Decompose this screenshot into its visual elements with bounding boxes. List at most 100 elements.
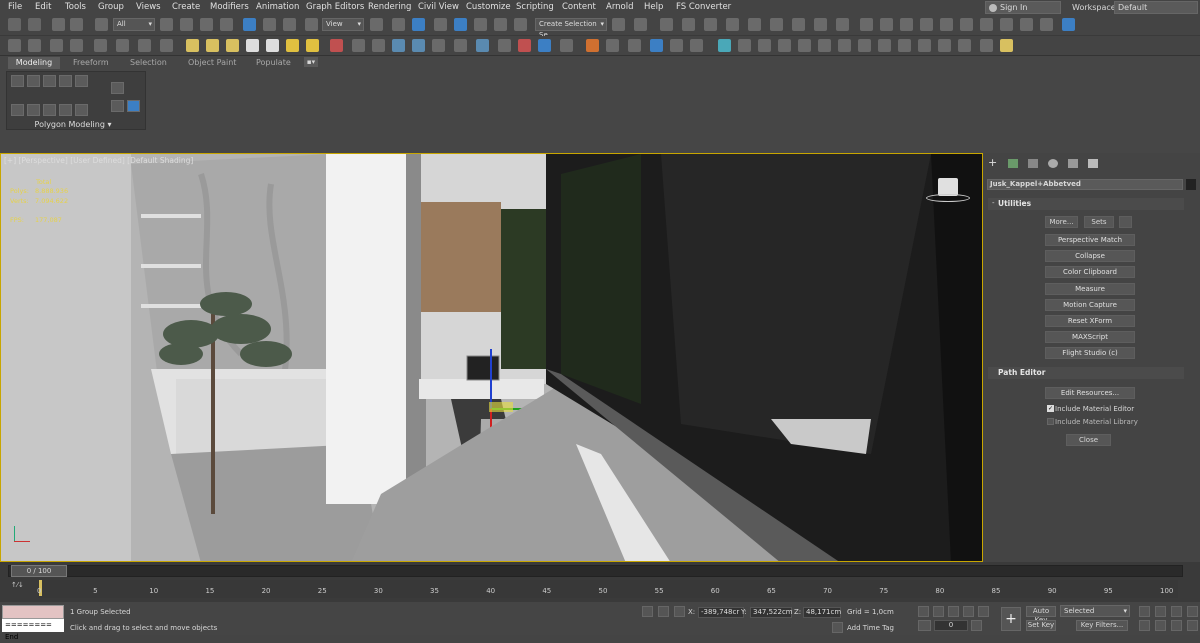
preserve-uv-icon[interactable] xyxy=(27,104,40,116)
edit-resources-button[interactable]: Edit Resources... xyxy=(1045,387,1135,399)
corona-vfb-icon[interactable] xyxy=(878,39,891,52)
more-button[interactable]: More... xyxy=(1045,216,1078,228)
redo-icon[interactable] xyxy=(28,18,41,31)
vray-plane-icon[interactable] xyxy=(980,18,993,31)
menu-modifiers[interactable]: Modifiers xyxy=(210,2,249,12)
environment-icon[interactable] xyxy=(160,39,173,52)
render-production-icon[interactable] xyxy=(814,18,827,31)
tab-freeform[interactable]: Freeform xyxy=(73,58,109,67)
sphere-blue-icon[interactable] xyxy=(538,39,551,52)
collapse-button[interactable]: Collapse xyxy=(1045,250,1135,262)
eye-icon[interactable] xyxy=(980,39,993,52)
modify-mode-icon[interactable] xyxy=(11,104,24,116)
particle-icon[interactable] xyxy=(330,39,343,52)
utilities-rollout-header[interactable]: Utilities xyxy=(988,198,1184,210)
select-by-name-icon[interactable] xyxy=(180,18,193,31)
preview-icon[interactable] xyxy=(70,39,83,52)
window-crossing-icon[interactable] xyxy=(220,18,233,31)
selection-lock-icon[interactable] xyxy=(658,606,669,617)
scatter-icon[interactable] xyxy=(606,39,619,52)
menu-customize[interactable]: Customize xyxy=(466,2,511,12)
corona-volume-icon[interactable] xyxy=(838,39,851,52)
bind-space-warp-icon[interactable] xyxy=(95,18,108,31)
arnold-photometric-icon[interactable] xyxy=(226,39,239,52)
mirror-icon[interactable] xyxy=(612,18,625,31)
forest-pack-icon[interactable] xyxy=(586,39,599,52)
curve-editor-icon[interactable] xyxy=(704,18,717,31)
camera-icon[interactable] xyxy=(116,39,129,52)
align-icon[interactable] xyxy=(634,18,647,31)
element-icon[interactable] xyxy=(75,75,88,87)
motion-capture-button[interactable]: Motion Capture xyxy=(1045,299,1135,311)
show-end-result-icon[interactable] xyxy=(75,104,88,116)
add-time-tag[interactable]: Add Time Tag xyxy=(847,624,894,632)
library-icon[interactable] xyxy=(670,39,683,52)
vray-fur-icon[interactable] xyxy=(960,18,973,31)
z-coordinate-field[interactable]: 48,171cm xyxy=(803,607,841,618)
time-slider-thumb[interactable]: 0 / 100 xyxy=(11,565,67,577)
corona-ir-icon[interactable] xyxy=(918,39,931,52)
stop-icon[interactable] xyxy=(560,39,573,52)
key-filters-button[interactable]: Key Filters... xyxy=(1076,620,1128,631)
close-button[interactable]: Close xyxy=(1066,434,1111,446)
goto-end-icon[interactable] xyxy=(978,606,989,617)
arnold-sun-icon[interactable] xyxy=(286,39,299,52)
configure-sets-icon[interactable] xyxy=(1119,216,1132,228)
set-key-button[interactable]: Set Key xyxy=(1026,620,1056,631)
ribbon-options-icon[interactable]: ▪▾ xyxy=(304,57,318,67)
angle-snap-icon[interactable] xyxy=(454,18,467,31)
zoom-extents-all-icon[interactable] xyxy=(1187,606,1198,617)
perspective-viewport[interactable]: [+] [Perspective] [User Defined] [Defaul… xyxy=(0,153,983,562)
object-name-field[interactable]: Jusk_Kappel+Abbetved xyxy=(987,179,1183,190)
corona-converter-icon[interactable] xyxy=(938,39,951,52)
rect-selection-icon[interactable] xyxy=(200,18,213,31)
vray-mesh-clipper-icon[interactable] xyxy=(1020,18,1033,31)
light-lister-icon[interactable] xyxy=(94,39,107,52)
selection-filter-dropdown[interactable]: All xyxy=(113,18,155,31)
orbit-icon[interactable] xyxy=(1171,620,1182,631)
path-editor-rollout-header[interactable]: Path Editor xyxy=(988,367,1184,379)
corona-proxy-icon[interactable] xyxy=(778,39,791,52)
menu-graph-editors[interactable]: Graph Editors xyxy=(306,2,364,12)
render-frame-window-icon[interactable] xyxy=(792,18,805,31)
menu-file[interactable]: File xyxy=(8,2,22,12)
sets-button[interactable]: Sets xyxy=(1084,216,1114,228)
snaps-toggle-icon[interactable] xyxy=(434,18,447,31)
corona-material-icon[interactable] xyxy=(858,39,871,52)
vray-proxy-icon[interactable] xyxy=(940,18,953,31)
polygon-icon[interactable] xyxy=(59,75,72,87)
previous-frame-icon[interactable] xyxy=(933,606,944,617)
menu-civil-view[interactable]: Civil View xyxy=(418,2,459,12)
isolate-selection-icon[interactable] xyxy=(642,606,653,617)
vray-ies-icon[interactable] xyxy=(920,18,933,31)
zoom-icon[interactable] xyxy=(1139,606,1150,617)
arnold-cone-icon[interactable] xyxy=(266,39,279,52)
color-icon[interactable] xyxy=(518,39,531,52)
toggle-command-panel-icon[interactable] xyxy=(111,82,124,94)
toggle-ribbon-icon[interactable] xyxy=(682,18,695,31)
maxscript-button[interactable]: MAXScript xyxy=(1045,331,1135,343)
play-icon[interactable] xyxy=(948,606,959,617)
next-frame-icon[interactable] xyxy=(963,606,974,617)
corona-decal-icon[interactable] xyxy=(818,39,831,52)
zoom-extents-icon[interactable] xyxy=(1171,606,1182,617)
vray-light-icon[interactable] xyxy=(900,18,913,31)
mini-curve-editor-icon[interactable]: ↑⁄↓ xyxy=(11,581,27,595)
spinner-snap-icon[interactable] xyxy=(494,18,507,31)
pivot-center-icon[interactable] xyxy=(370,18,383,31)
globe-icon[interactable] xyxy=(476,39,489,52)
vray-toolbar-toggle-icon[interactable] xyxy=(1062,18,1075,31)
modify-tab-icon[interactable] xyxy=(1008,159,1018,168)
include-material-library-checkbox[interactable] xyxy=(1047,418,1054,425)
menu-help[interactable]: Help xyxy=(644,2,663,12)
teapot-icon[interactable] xyxy=(392,39,405,52)
pin-stack-icon[interactable] xyxy=(127,100,140,112)
scissors-icon[interactable] xyxy=(628,39,641,52)
maxscript-output[interactable]: ======== End xyxy=(2,619,64,641)
reset-xform-button[interactable]: Reset XForm xyxy=(1045,315,1135,327)
menu-arnold[interactable]: Arnold xyxy=(606,2,634,12)
menu-tools[interactable]: Tools xyxy=(65,2,86,12)
unlink-icon[interactable] xyxy=(70,18,83,31)
viewport-label[interactable]: [+] [Perspective] [User Defined] [Defaul… xyxy=(4,156,193,165)
tab-selection[interactable]: Selection xyxy=(130,58,167,67)
